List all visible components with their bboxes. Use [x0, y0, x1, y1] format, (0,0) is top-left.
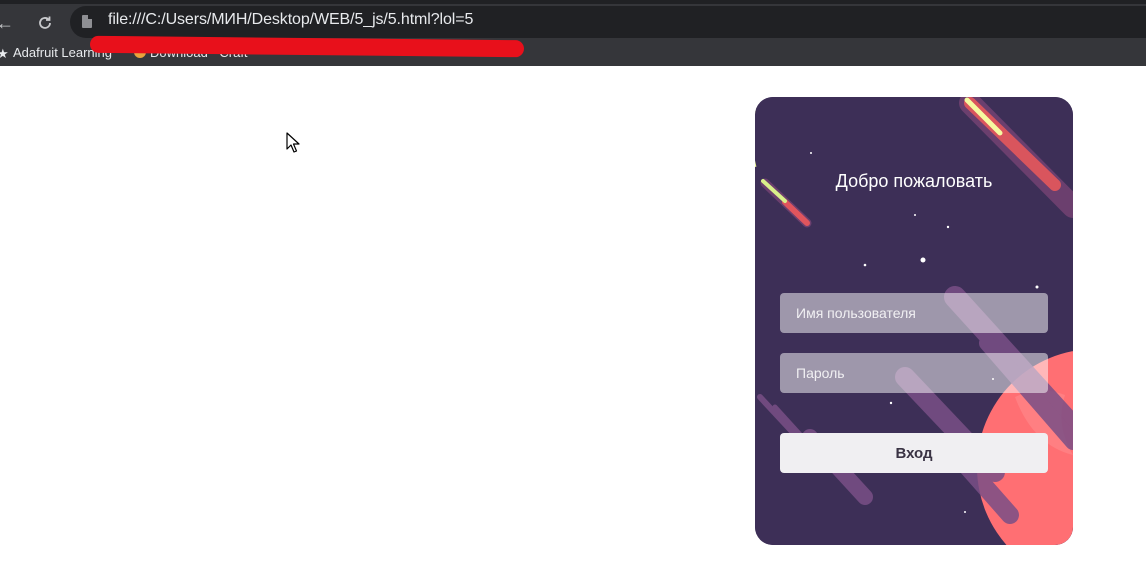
password-input[interactable]	[780, 353, 1048, 393]
browser-toolbar: ← file:///C:/Users/МИН/Desktop/WEB/5_js/…	[0, 0, 1146, 66]
file-icon	[82, 15, 92, 28]
login-title: Добро пожаловать	[835, 171, 993, 191]
reload-button[interactable]	[32, 10, 58, 36]
username-input[interactable]	[780, 293, 1048, 333]
mouse-cursor-icon	[286, 132, 300, 153]
star-icon: ★	[0, 46, 9, 61]
arrow-left-icon: ←	[0, 13, 14, 33]
login-button[interactable]: Вход	[780, 433, 1048, 473]
reload-icon	[39, 16, 51, 29]
back-button[interactable]: ←	[0, 10, 18, 36]
login-card: Добро пожаловать Вход	[755, 97, 1073, 545]
address-bar[interactable]: file:///C:/Users/МИН/Desktop/WEB/5_js/5.…	[70, 6, 1146, 38]
url-text[interactable]: file:///C:/Users/МИН/Desktop/WEB/5_js/5.…	[108, 11, 473, 29]
tab-strip-edge	[0, 0, 1146, 4]
